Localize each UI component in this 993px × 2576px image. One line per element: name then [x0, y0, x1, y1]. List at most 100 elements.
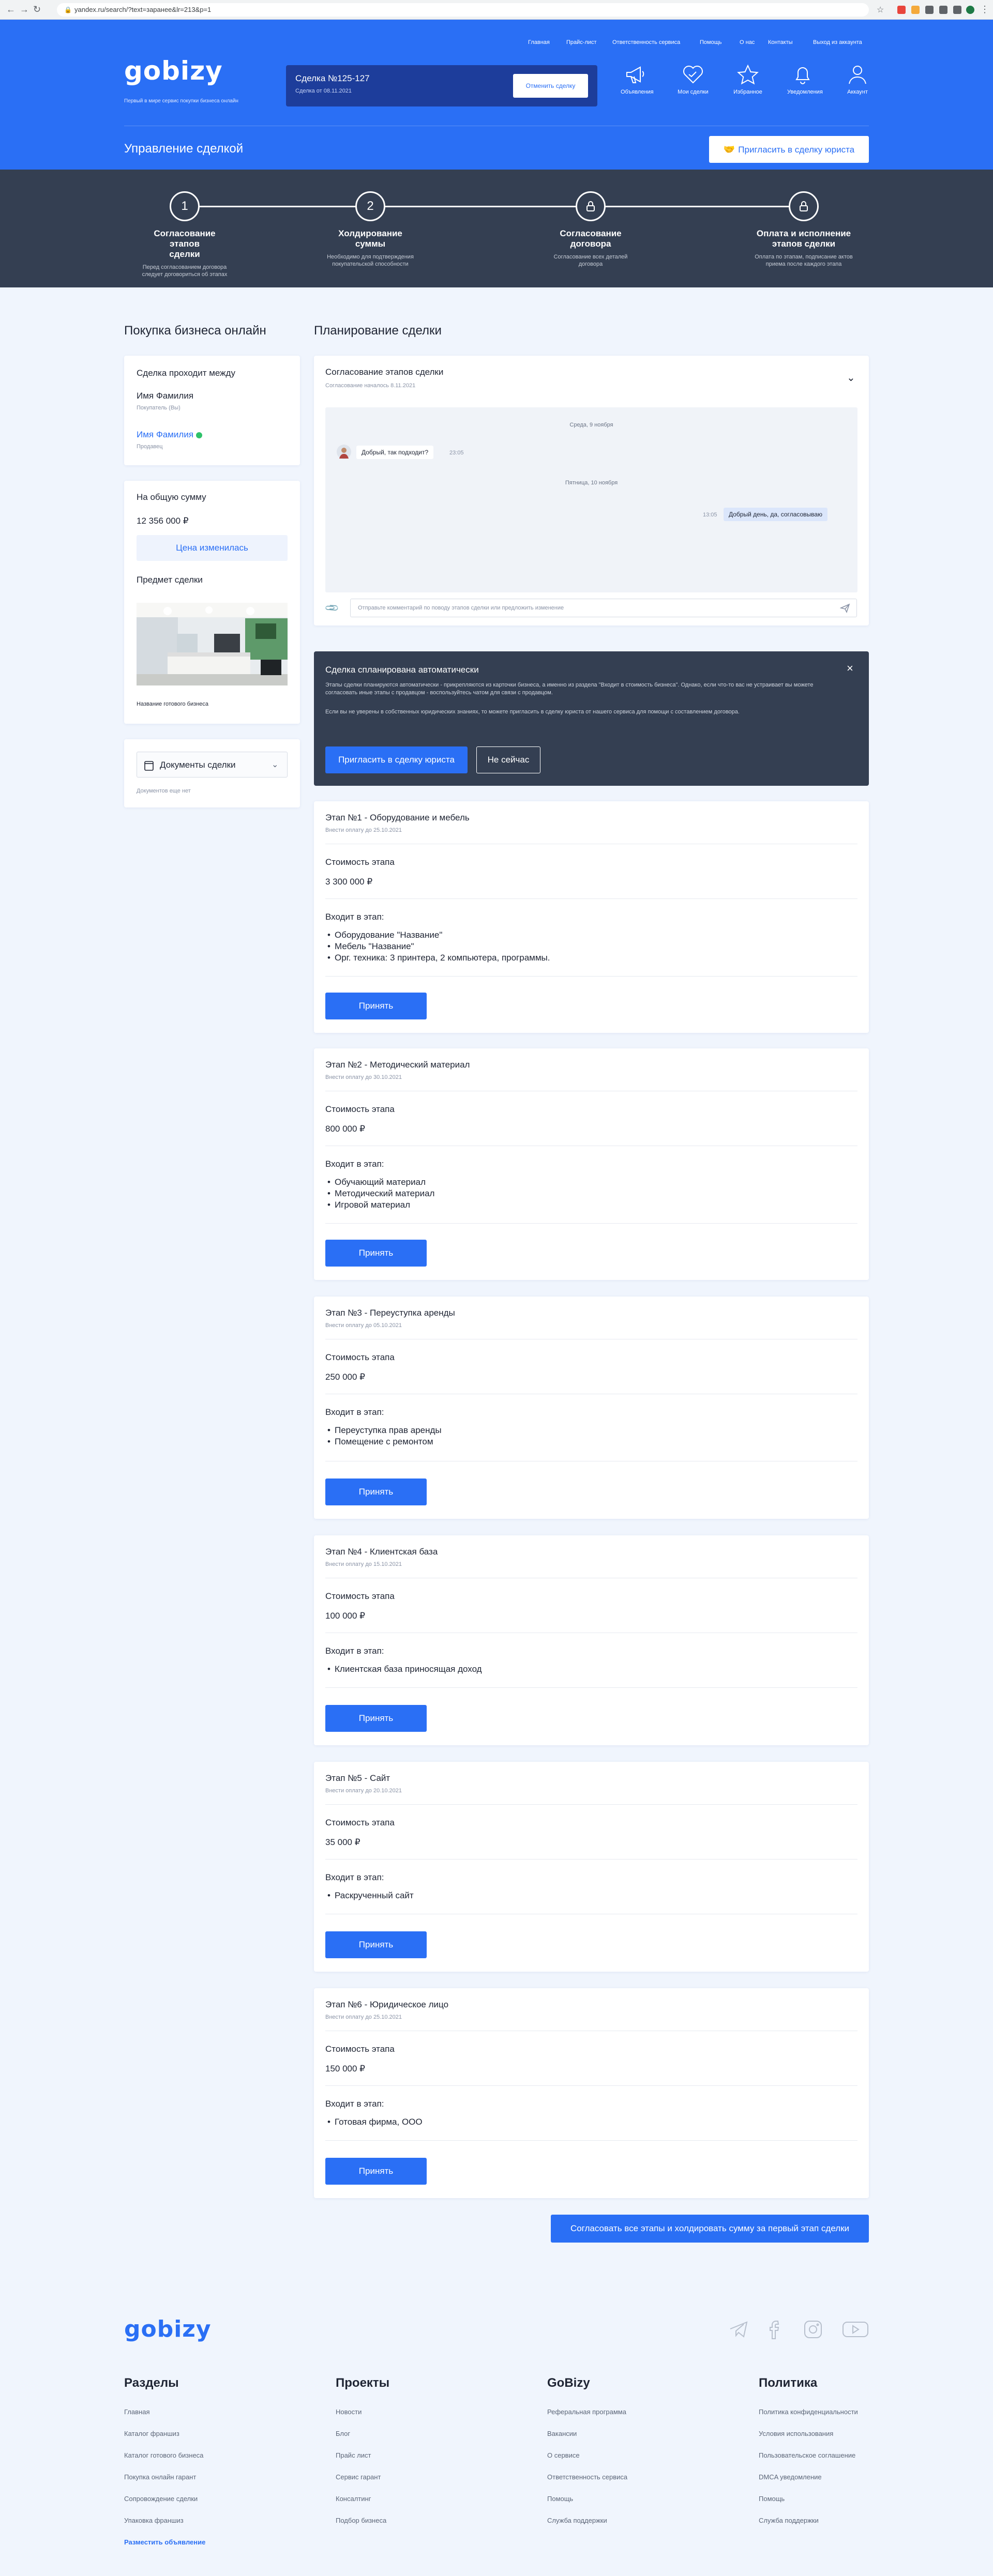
accept-stage-button[interactable]: Принять [325, 1705, 427, 1732]
seller-name[interactable]: Имя Фамилия [137, 430, 202, 440]
header-nav-ads[interactable]: Объявления [621, 64, 654, 105]
footer-link[interactable]: Служба поддержки [547, 2517, 607, 2524]
chat-messages: Среда, 9 ноября Добрый, так подходит? 23… [325, 407, 857, 592]
address-text: yandex.ru/search/?text=заранее&lr=213&p=… [74, 6, 212, 13]
stage-deadline: Внести оплату до 25.10.2021 [325, 827, 402, 833]
accept-stage-button[interactable]: Принять [325, 1478, 427, 1505]
youtube-icon[interactable] [842, 2319, 869, 2342]
footer-link[interactable]: Пользовательское соглашение [759, 2451, 855, 2459]
post-ad-link[interactable]: Разместить объявление [124, 2538, 205, 2546]
instagram-icon[interactable] [803, 2319, 823, 2342]
header-nav-favorites[interactable]: Избранное [732, 64, 763, 105]
header-nav-deals[interactable]: Мои сделки [678, 64, 709, 105]
chevron-down-icon[interactable]: ⌄ [847, 371, 855, 384]
step-2: 2 Холдирование суммы Необходимо для подт… [308, 191, 432, 268]
business-photo[interactable] [137, 603, 288, 685]
lock-icon [789, 191, 819, 221]
chat-card: Согласование этапов сделки Согласование … [314, 356, 869, 626]
footer-link[interactable]: Каталог франшиз [124, 2430, 179, 2437]
address-bar[interactable]: 🔒 yandex.ru/search/?text=заранее&lr=213&… [57, 3, 869, 17]
subject-label: Предмет сделки [137, 575, 203, 585]
footer-link[interactable]: О сервисе [547, 2451, 580, 2459]
footer-link[interactable]: Главная [124, 2408, 149, 2416]
accept-stage-button[interactable]: Принять [325, 1240, 427, 1267]
handshake-icon: 🤝 [723, 144, 735, 155]
footer-link[interactable]: Прайс лист [336, 2451, 371, 2459]
business-name[interactable]: Название готового бизнеса [137, 701, 208, 707]
send-icon[interactable] [839, 603, 850, 616]
footer-link[interactable]: Помощь [759, 2495, 785, 2503]
step-desc: Необходимо для подтверждения покупательс… [327, 254, 414, 267]
menu-dots-icon[interactable]: ⋮ [980, 5, 989, 14]
nav-link-contacts[interactable]: Контакты [768, 39, 793, 45]
confirm-all-stages-button[interactable]: Согласовать все этапы и холдировать сумм… [551, 2215, 869, 2243]
document-icon [144, 759, 154, 773]
header-nav-notifications[interactable]: Уведомления [787, 64, 823, 105]
accept-stage-button[interactable]: Принять [325, 2158, 427, 2185]
profile-avatar[interactable] [966, 6, 974, 14]
extension-icon[interactable] [925, 6, 934, 14]
footer-link[interactable]: Вакансии [547, 2430, 577, 2437]
invite-lawyer-notice-button[interactable]: Пригласить в сделку юриста [325, 746, 468, 773]
cancel-deal-button[interactable]: Отменить сделку [513, 74, 588, 98]
nav-link-pricelist[interactable]: Прайс-лист [566, 39, 597, 45]
close-icon[interactable]: × [847, 662, 853, 675]
reload-icon[interactable]: ↻ [33, 5, 41, 14]
forward-icon[interactable]: → [20, 5, 29, 14]
facebook-icon[interactable] [765, 2319, 786, 2342]
footer-link[interactable]: Сервис гарант [336, 2473, 381, 2481]
nav-link-help[interactable]: Помощь [700, 39, 722, 45]
footer-link[interactable]: Ответственность сервиса [547, 2473, 627, 2481]
user-icon [849, 66, 866, 84]
stage-cost-label: Стоимость этапа [325, 1591, 395, 1601]
footer-link[interactable]: DMCA уведомление [759, 2473, 822, 2481]
not-now-button[interactable]: Не сейчас [476, 746, 540, 773]
paperclip-icon[interactable]: 📎 [324, 600, 340, 616]
step-desc: Перед согласованием договора следует дог… [142, 264, 228, 278]
footer-col-title: Политика [759, 2376, 818, 2390]
chat-input-placeholder: Отправьте комментарий по поводу этапов с… [358, 605, 564, 611]
documents-label: Документы сделки [160, 760, 236, 770]
stage-cost-label: Стоимость этапа [325, 857, 395, 867]
invite-lawyer-button[interactable]: 🤝 Пригласить в сделку юриста [709, 136, 869, 163]
chat-input[interactable]: Отправьте комментарий по поводу этапов с… [350, 599, 857, 617]
footer-link[interactable]: Помощь [547, 2495, 573, 2503]
footer-link[interactable]: Условия использования [759, 2430, 833, 2437]
footer-link[interactable]: Упаковка франшиз [124, 2517, 184, 2524]
accept-stage-button[interactable]: Принять [325, 1931, 427, 1958]
back-icon[interactable]: ← [6, 5, 16, 14]
footer-link[interactable]: Покупка онлайн гарант [124, 2473, 196, 2481]
logo[interactable]: gobizy [124, 56, 223, 86]
stage-card-3: Этап №3 - Переуступка аренды Внести опла… [314, 1297, 869, 1519]
divider [325, 1687, 857, 1688]
footer-link[interactable]: Блог [336, 2430, 350, 2437]
telegram-icon[interactable] [728, 2319, 749, 2342]
star-icon[interactable]: ☆ [877, 5, 885, 14]
extension-icon[interactable] [911, 6, 920, 14]
footer-link[interactable]: Подбор бизнеса [336, 2517, 386, 2524]
accept-stage-button[interactable]: Принять [325, 993, 427, 1019]
header-nav-deals-label: Мои сделки [678, 89, 709, 95]
footer-col-title: Проекты [336, 2376, 390, 2390]
footer-link[interactable]: Новости [336, 2408, 362, 2416]
footer-link[interactable]: Консалтинг [336, 2495, 371, 2503]
nav-link-about[interactable]: О нас [740, 39, 755, 45]
footer-link[interactable]: Каталог готового бизнеса [124, 2451, 203, 2459]
extension-icon[interactable] [939, 6, 947, 14]
footer-link[interactable]: Политика конфиденциальности [759, 2408, 858, 2416]
puzzle-icon[interactable] [953, 6, 961, 14]
nav-link-responsibility[interactable]: Ответственность сервиса [612, 39, 680, 45]
stage-deadline: Внести оплату до 05.10.2021 [325, 1322, 402, 1329]
documents-dropdown[interactable]: Документы сделки ⌄ [137, 752, 288, 778]
extension-icon[interactable] [897, 6, 906, 14]
footer-link[interactable]: Сопровождение сделки [124, 2495, 198, 2503]
stage-card-2: Этап №2 - Методический материал Внести о… [314, 1048, 869, 1280]
nav-link-home[interactable]: Главная [528, 39, 550, 45]
stage-items: Обучающий материал Методический материал… [325, 1177, 434, 1211]
nav-link-logout[interactable]: Выход из аккаунта [813, 39, 862, 45]
header-nav-account[interactable]: Аккаунт [842, 64, 873, 105]
footer-link[interactable]: Реферальная программа [547, 2408, 626, 2416]
step-desc: Оплата по этапам, подписание актов прием… [755, 254, 853, 267]
footer-link[interactable]: Служба поддержки [759, 2517, 819, 2524]
footer-logo[interactable]: gobizy [124, 2316, 212, 2342]
